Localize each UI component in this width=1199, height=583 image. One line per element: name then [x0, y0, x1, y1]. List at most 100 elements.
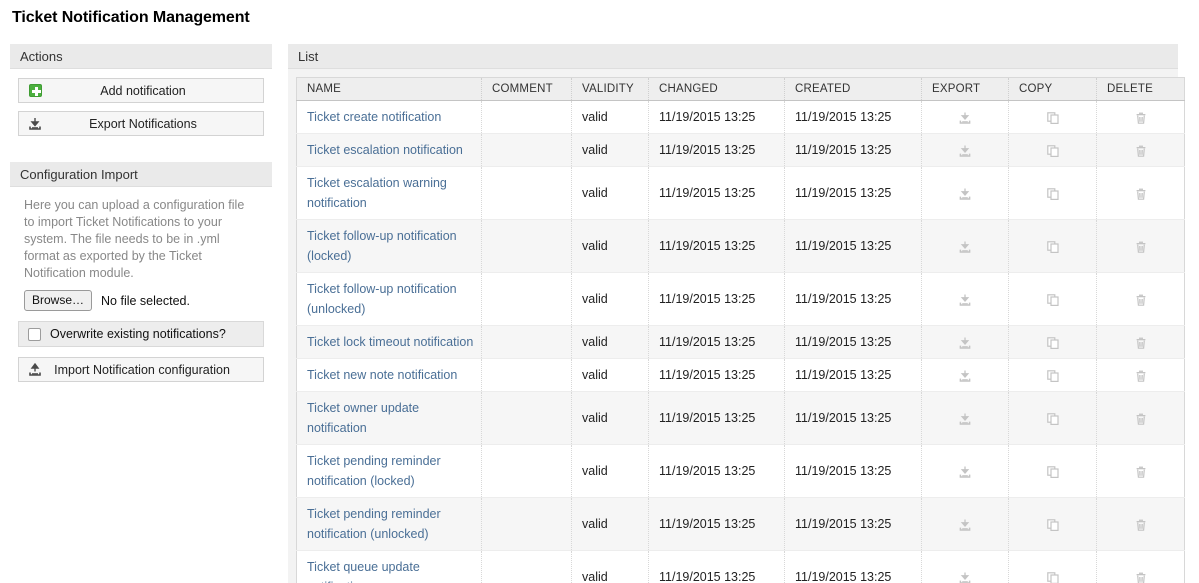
cell-name: Ticket new note notification [296, 358, 482, 392]
notification-name-link[interactable]: Ticket pending reminder notification (lo… [307, 454, 441, 488]
cell-name: Ticket pending reminder notification (lo… [296, 444, 482, 498]
copy-row-button[interactable] [1008, 497, 1097, 551]
actions-widget-body: Add notification Export Notifications [10, 69, 272, 145]
export-row-button[interactable] [921, 497, 1009, 551]
copy-row-button[interactable] [1008, 550, 1097, 583]
trash-icon [1134, 240, 1148, 254]
notification-name-link[interactable]: Ticket new note notification [307, 368, 457, 382]
notification-name-link[interactable]: Ticket queue update notification [307, 560, 420, 583]
copy-row-button[interactable] [1008, 219, 1097, 273]
download-icon [958, 465, 972, 479]
delete-row-button[interactable] [1096, 497, 1185, 551]
column-header-name[interactable]: NAME [296, 77, 482, 101]
copy-row-button[interactable] [1008, 358, 1097, 392]
export-row-button[interactable] [921, 133, 1009, 167]
trash-icon [1134, 144, 1148, 158]
export-row-button[interactable] [921, 100, 1009, 134]
column-header-created[interactable]: CREATED [784, 77, 922, 101]
cell-name: Ticket create notification [296, 100, 482, 134]
delete-row-button[interactable] [1096, 100, 1185, 134]
configuration-import-body: Here you can upload a configuration file… [10, 187, 272, 391]
trash-icon [1134, 412, 1148, 426]
delete-row-button[interactable] [1096, 133, 1185, 167]
copy-row-button[interactable] [1008, 133, 1097, 167]
trash-icon [1134, 111, 1148, 125]
actions-widget: Actions Add notification Export Notifica… [10, 44, 272, 145]
cell-comment [481, 444, 572, 498]
table-row: Ticket pending reminder notification (lo… [296, 444, 1185, 498]
add-notification-button[interactable]: Add notification [18, 78, 264, 103]
delete-row-button[interactable] [1096, 325, 1185, 359]
delete-row-button[interactable] [1096, 219, 1185, 273]
page-title: Ticket Notification Management [12, 9, 250, 26]
delete-row-button[interactable] [1096, 550, 1185, 583]
table-row: Ticket owner update notification valid 11/… [296, 391, 1185, 445]
export-row-button[interactable] [921, 219, 1009, 273]
add-notification-label: Add notification [100, 83, 186, 98]
overwrite-checkbox[interactable] [28, 327, 41, 341]
cell-comment [481, 325, 572, 359]
download-icon [958, 336, 972, 350]
plus-icon [19, 84, 51, 97]
notification-name-link[interactable]: Ticket escalation notification [307, 143, 463, 157]
notification-name-link[interactable]: Ticket lock timeout notification [307, 335, 473, 349]
browse-button[interactable]: Browse… [24, 290, 93, 311]
configuration-import-header: Configuration Import [10, 162, 272, 187]
cell-validity: valid [571, 550, 649, 583]
export-row-button[interactable] [921, 325, 1009, 359]
export-row-button[interactable] [921, 358, 1009, 392]
copy-row-button[interactable] [1008, 325, 1097, 359]
export-row-button[interactable] [921, 550, 1009, 583]
cell-created: 11/19/2015 13:25 [784, 325, 922, 359]
cell-validity: valid [571, 219, 649, 273]
import-notification-configuration-button[interactable]: Import Notification configuration [18, 357, 264, 382]
column-header-export: EXPORT [921, 77, 1009, 101]
export-row-button[interactable] [921, 272, 1009, 326]
delete-row-button[interactable] [1096, 391, 1185, 445]
cell-validity: valid [571, 166, 649, 220]
column-header-comment[interactable]: COMMENT [481, 77, 572, 101]
delete-row-button[interactable] [1096, 166, 1185, 220]
overwrite-checkbox-row[interactable]: Overwrite existing notifications? [18, 321, 264, 347]
delete-row-button[interactable] [1096, 444, 1185, 498]
cell-validity: valid [571, 444, 649, 498]
download-icon [958, 187, 972, 201]
trash-icon [1134, 571, 1148, 583]
notification-name-link[interactable]: Ticket follow-up notification (locked) [307, 229, 457, 263]
notification-name-link[interactable]: Ticket follow-up notification (unlocked) [307, 282, 457, 316]
notification-name-link[interactable]: Ticket create notification [307, 110, 441, 124]
cell-validity: valid [571, 100, 649, 134]
trash-icon [1134, 293, 1148, 307]
cell-created: 11/19/2015 13:25 [784, 497, 922, 551]
cell-created: 11/19/2015 13:25 [784, 272, 922, 326]
column-header-changed[interactable]: CHANGED [648, 77, 785, 101]
copy-row-button[interactable] [1008, 391, 1097, 445]
copy-row-button[interactable] [1008, 444, 1097, 498]
delete-row-button[interactable] [1096, 272, 1185, 326]
download-icon [958, 518, 972, 532]
cell-validity: valid [571, 325, 649, 359]
cell-comment [481, 497, 572, 551]
trash-icon [1134, 465, 1148, 479]
download-icon [958, 412, 972, 426]
export-row-button[interactable] [921, 166, 1009, 220]
trash-icon [1134, 369, 1148, 383]
copy-row-button[interactable] [1008, 272, 1097, 326]
cell-name: Ticket owner update notification [296, 391, 482, 445]
export-notifications-button[interactable]: Export Notifications [18, 111, 264, 136]
notification-name-link[interactable]: Ticket escalation warning notification [307, 176, 447, 210]
export-row-button[interactable] [921, 444, 1009, 498]
notifications-table: NAME COMMENT VALIDITY CHANGED CREATED EX… [296, 77, 1185, 583]
column-header-delete: DELETE [1096, 77, 1185, 101]
cell-changed: 11/19/2015 13:25 [648, 497, 785, 551]
delete-row-button[interactable] [1096, 358, 1185, 392]
export-row-button[interactable] [921, 391, 1009, 445]
notification-name-link[interactable]: Ticket owner update notification [307, 401, 419, 435]
notification-name-link[interactable]: Ticket pending reminder notification (un… [307, 507, 441, 541]
column-header-validity[interactable]: VALIDITY [571, 77, 649, 101]
copy-icon [1046, 336, 1060, 350]
copy-row-button[interactable] [1008, 166, 1097, 220]
copy-row-button[interactable] [1008, 100, 1097, 134]
cell-changed: 11/19/2015 13:25 [648, 391, 785, 445]
table-row: Ticket pending reminder notification (un… [296, 497, 1185, 551]
